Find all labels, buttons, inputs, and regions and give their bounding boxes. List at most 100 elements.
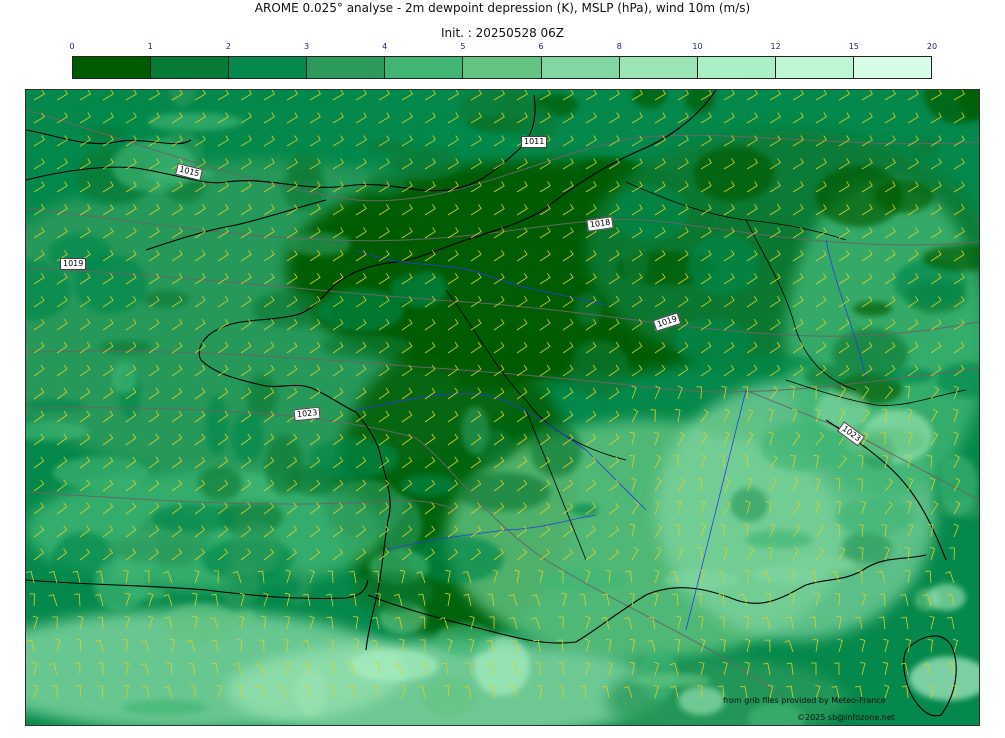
field-patch [693, 146, 775, 202]
wind-barb [56, 112, 68, 124]
wind-barb [927, 639, 934, 653]
wind-barb [815, 112, 827, 124]
wind-barb [332, 112, 344, 124]
field-patch [169, 90, 197, 107]
wind-barb [263, 135, 275, 147]
wind-barb [901, 616, 909, 630]
wind-barb [884, 112, 896, 124]
wind-barb [74, 593, 81, 607]
wind-barb [815, 90, 827, 101]
field-patch [422, 677, 477, 717]
wind-barb [859, 638, 866, 653]
wind-barb [585, 112, 597, 124]
init-time: Init. : 20250528 06Z [440, 26, 565, 40]
legend-swatch [463, 57, 542, 78]
field-patch [752, 566, 828, 584]
wind-barb [79, 135, 91, 147]
wind-barb [929, 615, 935, 630]
legend-swatch [775, 57, 854, 78]
wind-barb [401, 112, 413, 124]
wind-barb [608, 135, 620, 147]
field-patch [457, 472, 551, 511]
isobar-label-1019-west: 1019 [60, 258, 87, 270]
wind-barb [677, 385, 683, 400]
wind-barb [217, 135, 229, 147]
wind-barb [700, 364, 712, 377]
wind-barb [953, 135, 965, 147]
legend-tick: 3 [303, 42, 310, 51]
wind-barb [838, 90, 850, 101]
field-patch [835, 499, 915, 535]
wind-barb [953, 523, 959, 538]
wind-barb [562, 410, 574, 423]
field-patch [287, 232, 354, 256]
wind-barb [286, 112, 298, 124]
wind-barb [900, 593, 909, 607]
wind-barb [764, 639, 771, 653]
field-patch [908, 656, 979, 701]
field-patch [911, 137, 939, 157]
legend-swatch [853, 57, 932, 78]
field-patch [566, 340, 630, 398]
field-patch [852, 301, 893, 317]
wind-barb [833, 662, 840, 676]
wind-barb [631, 385, 637, 400]
wind-barb [884, 135, 896, 147]
wind-barb [953, 158, 965, 170]
wind-barb [217, 90, 229, 101]
legend-swatch [229, 57, 308, 78]
wind-barb [907, 90, 919, 101]
legend-swatch [151, 57, 230, 78]
wind-barb [631, 112, 643, 124]
wind-barb [378, 112, 390, 124]
wind-barb [194, 90, 206, 101]
field-patch [294, 669, 327, 716]
wind-barb [631, 408, 639, 423]
field-patch [745, 530, 813, 549]
wind-barb [608, 90, 620, 101]
wind-barb [883, 638, 889, 653]
legend-tick: 6 [538, 42, 544, 51]
wind-barb [946, 616, 955, 630]
wind-barb [378, 158, 390, 170]
field-patch [923, 90, 979, 124]
wind-barb [723, 112, 735, 124]
legend-tick: 10 [692, 42, 703, 51]
field-patch [663, 570, 739, 590]
wind-barb [884, 90, 896, 101]
wind-barb [79, 90, 91, 101]
wind-barb [654, 112, 666, 124]
wind-barb [723, 90, 735, 101]
field-patch [632, 90, 667, 109]
field-patch [687, 234, 759, 296]
wind-barb [812, 639, 819, 653]
wind-barb [355, 135, 367, 147]
wind-barb [33, 90, 45, 101]
field-patch [461, 405, 490, 455]
legend-swatch [541, 57, 620, 78]
field-patch [674, 318, 753, 366]
field-patch [228, 521, 281, 576]
field-patch [121, 699, 208, 716]
wind-barb [929, 546, 935, 561]
wind-barb [585, 410, 597, 423]
wind-barb [677, 135, 689, 147]
field-patch [400, 474, 457, 496]
field-patch [111, 362, 138, 394]
color-legend [72, 56, 932, 79]
legend-swatch [73, 57, 152, 78]
wind-barb [677, 112, 689, 124]
wind-barb [33, 456, 45, 469]
wind-barb [907, 112, 919, 124]
legend-tick: 12 [770, 42, 781, 51]
field-patch [389, 146, 462, 180]
wind-barb [608, 410, 620, 423]
wind-barb [746, 90, 758, 101]
field-patch [530, 423, 582, 477]
wind-barb [945, 571, 955, 584]
legend-tick: 4 [382, 42, 388, 51]
map-panel: 1011 1015 1019 1018 1019 1023 1023 from … [25, 89, 980, 726]
wind-barb [401, 90, 413, 101]
data-source-credit: from grib files provided by Meteo-France [723, 696, 886, 705]
wind-barb [562, 387, 574, 400]
